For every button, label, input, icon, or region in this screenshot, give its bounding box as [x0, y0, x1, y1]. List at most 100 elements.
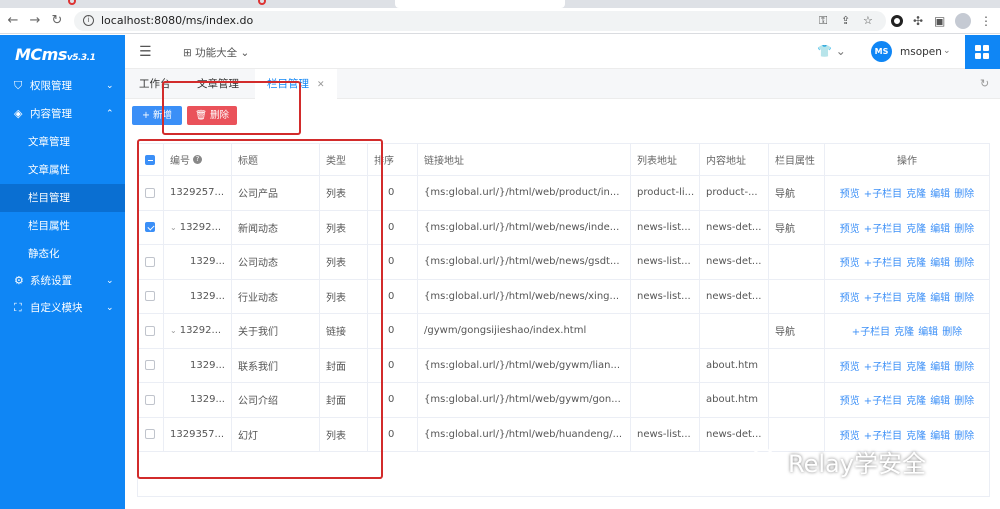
edit-link[interactable]: 编辑 — [930, 220, 950, 235]
sidebar-item-permissions[interactable]: ⛉ 权限管理 ⌄ — [0, 72, 125, 100]
sidebar-subitem-static[interactable]: 静态化 — [0, 240, 125, 268]
browser-profile-icon[interactable] — [955, 13, 971, 29]
clone-link[interactable]: 克隆 — [906, 185, 926, 200]
cell-content-url: product-... — [700, 176, 769, 210]
cell-ops: +子栏目 克隆 编辑 删除 — [825, 314, 989, 348]
logo-text: MCms — [15, 45, 67, 64]
cell-link: /gywm/gongsijieshao/index.html — [418, 314, 631, 348]
function-menu-label: 功能大全 — [195, 47, 238, 59]
chevron-down-icon[interactable]: ⌄ — [943, 46, 951, 56]
column-header-label: 链接地址 — [424, 156, 464, 167]
sidebar-item-system-settings[interactable]: ⚙ 系统设置 ⌄ — [0, 267, 125, 295]
sidebar-subitem-label: 栏目管理 — [28, 192, 70, 204]
add-child-label: 子栏目 — [872, 223, 903, 235]
cell-link: {ms:global.url/}/html/web/news/gsdt... — [418, 245, 631, 279]
cell-list-text: news-list... — [637, 221, 691, 233]
delete-link[interactable]: 删除 — [954, 358, 974, 373]
delete-link[interactable]: 删除 — [954, 392, 974, 407]
cell-list-url: news-list... — [631, 279, 700, 313]
edit-link[interactable]: 编辑 — [930, 392, 950, 407]
sidebar-subitem-article-attr[interactable]: 文章属性 — [0, 156, 125, 184]
edit-link[interactable]: 编辑 — [930, 185, 950, 200]
clone-link[interactable]: 克隆 — [906, 358, 926, 373]
cell-content-url: news-det... — [700, 417, 769, 451]
add-child-link[interactable]: +子栏目 — [864, 392, 902, 407]
plus-icon: + — [863, 292, 873, 304]
preview-link[interactable]: 预览 — [840, 427, 860, 442]
function-menu[interactable]: ⊞ 功能大全 ⌄ — [183, 45, 249, 60]
cell-list-url: product-li... — [631, 176, 700, 210]
clone-link[interactable]: 克隆 — [894, 323, 914, 338]
cell-list-text: news-list... — [637, 428, 691, 440]
back-icon[interactable]: ← — [4, 12, 22, 30]
edit-link[interactable]: 编辑 — [930, 427, 950, 442]
share-icon[interactable]: ⇪ — [841, 14, 850, 27]
delete-link[interactable]: 删除 — [954, 185, 974, 200]
preview-link[interactable]: 预览 — [840, 358, 860, 373]
close-icon[interactable]: ✕ — [317, 80, 325, 90]
edit-link[interactable]: 编辑 — [930, 358, 950, 373]
app-grid-button[interactable] — [965, 35, 1000, 69]
sidebar-subitem-label: 静态化 — [28, 248, 60, 260]
extension-icon[interactable] — [891, 15, 903, 27]
clone-link[interactable]: 克隆 — [906, 392, 926, 407]
add-child-link[interactable]: +子栏目 — [864, 427, 902, 442]
preview-link[interactable]: 预览 — [840, 185, 860, 200]
refresh-icon[interactable]: ↻ — [980, 77, 989, 90]
delete-link[interactable]: 删除 — [954, 427, 974, 442]
cell-content-url: about.htm — [700, 348, 769, 382]
add-child-link[interactable]: +子栏目 — [852, 323, 890, 338]
avatar[interactable]: MS — [871, 41, 892, 62]
sidebar-subitem-label: 文章属性 — [28, 164, 70, 176]
cell-link: {ms:global.url/}/html/web/huandeng/... — [418, 417, 631, 451]
add-child-link[interactable]: +子栏目 — [864, 289, 902, 304]
column-header-link: 链接地址 — [418, 144, 631, 175]
theme-icon[interactable]: 👕 ⌄ — [817, 44, 846, 58]
add-child-link[interactable]: +子栏目 — [864, 358, 902, 373]
edit-link[interactable]: 编辑 — [930, 254, 950, 269]
cell-ops: 预览 +子栏目 克隆 编辑 删除 — [825, 211, 989, 245]
plus-icon: + — [863, 189, 873, 201]
cell-content-text: product-... — [706, 187, 758, 199]
puzzle-icon[interactable]: ✣ — [913, 14, 923, 28]
add-child-link[interactable]: +子栏目 — [864, 185, 902, 200]
sidebar-item-content[interactable]: ◈ 内容管理 ⌃ — [0, 100, 125, 128]
gear-icon: ⚙ — [14, 274, 24, 287]
add-child-link[interactable]: +子栏目 — [864, 254, 902, 269]
reload-icon[interactable]: ↻ — [48, 12, 66, 30]
delete-link[interactable]: 删除 — [954, 289, 974, 304]
preview-link[interactable]: 预览 — [840, 254, 860, 269]
user-name[interactable]: msopen — [900, 46, 942, 58]
cell-list-url — [631, 383, 700, 417]
edit-link[interactable]: 编辑 — [918, 323, 938, 338]
browser-tab-active[interactable] — [395, 0, 565, 8]
sidebar-subitem-category-attr[interactable]: 栏目属性 — [0, 212, 125, 240]
delete-link[interactable]: 删除 — [954, 254, 974, 269]
forward-icon[interactable]: → — [26, 12, 44, 30]
preview-link[interactable]: 预览 — [840, 289, 860, 304]
sidebar-subitem-category-manage[interactable]: 栏目管理 — [0, 184, 125, 212]
clone-link[interactable]: 克隆 — [906, 427, 926, 442]
menu-toggle-icon[interactable]: ☰ — [139, 44, 152, 60]
clone-link[interactable]: 克隆 — [906, 254, 926, 269]
sidebar-item-label: 系统设置 — [30, 275, 72, 287]
cell-link-text: {ms:global.url/}/html/web/news/inde... — [424, 221, 620, 233]
cell-link: {ms:global.url/}/html/web/news/xing... — [418, 279, 631, 313]
delete-link[interactable]: 删除 — [954, 220, 974, 235]
address-url[interactable]: localhost:8080/ms/index.do — [101, 14, 253, 27]
browser-menu-icon[interactable]: ⋮ — [980, 14, 992, 28]
site-info-icon[interactable]: i — [83, 15, 94, 26]
bookmark-star-icon[interactable]: ☆ — [863, 14, 873, 27]
address-bar[interactable]: i localhost:8080/ms/index.do ⚿ ⇪ ☆ — [74, 11, 886, 31]
clone-link[interactable]: 克隆 — [906, 220, 926, 235]
delete-link[interactable]: 删除 — [942, 323, 962, 338]
sidebar-subitem-article-manage[interactable]: 文章管理 — [0, 128, 125, 156]
preview-link[interactable]: 预览 — [840, 220, 860, 235]
edit-link[interactable]: 编辑 — [930, 289, 950, 304]
clone-link[interactable]: 克隆 — [906, 289, 926, 304]
preview-link[interactable]: 预览 — [840, 392, 860, 407]
add-child-link[interactable]: +子栏目 — [864, 220, 902, 235]
sidepanel-icon[interactable]: ▣ — [934, 14, 945, 28]
sidebar-item-custom-module[interactable]: ⛶ 自定义模块 ⌄ — [0, 294, 125, 322]
key-icon[interactable]: ⚿ — [819, 14, 827, 28]
